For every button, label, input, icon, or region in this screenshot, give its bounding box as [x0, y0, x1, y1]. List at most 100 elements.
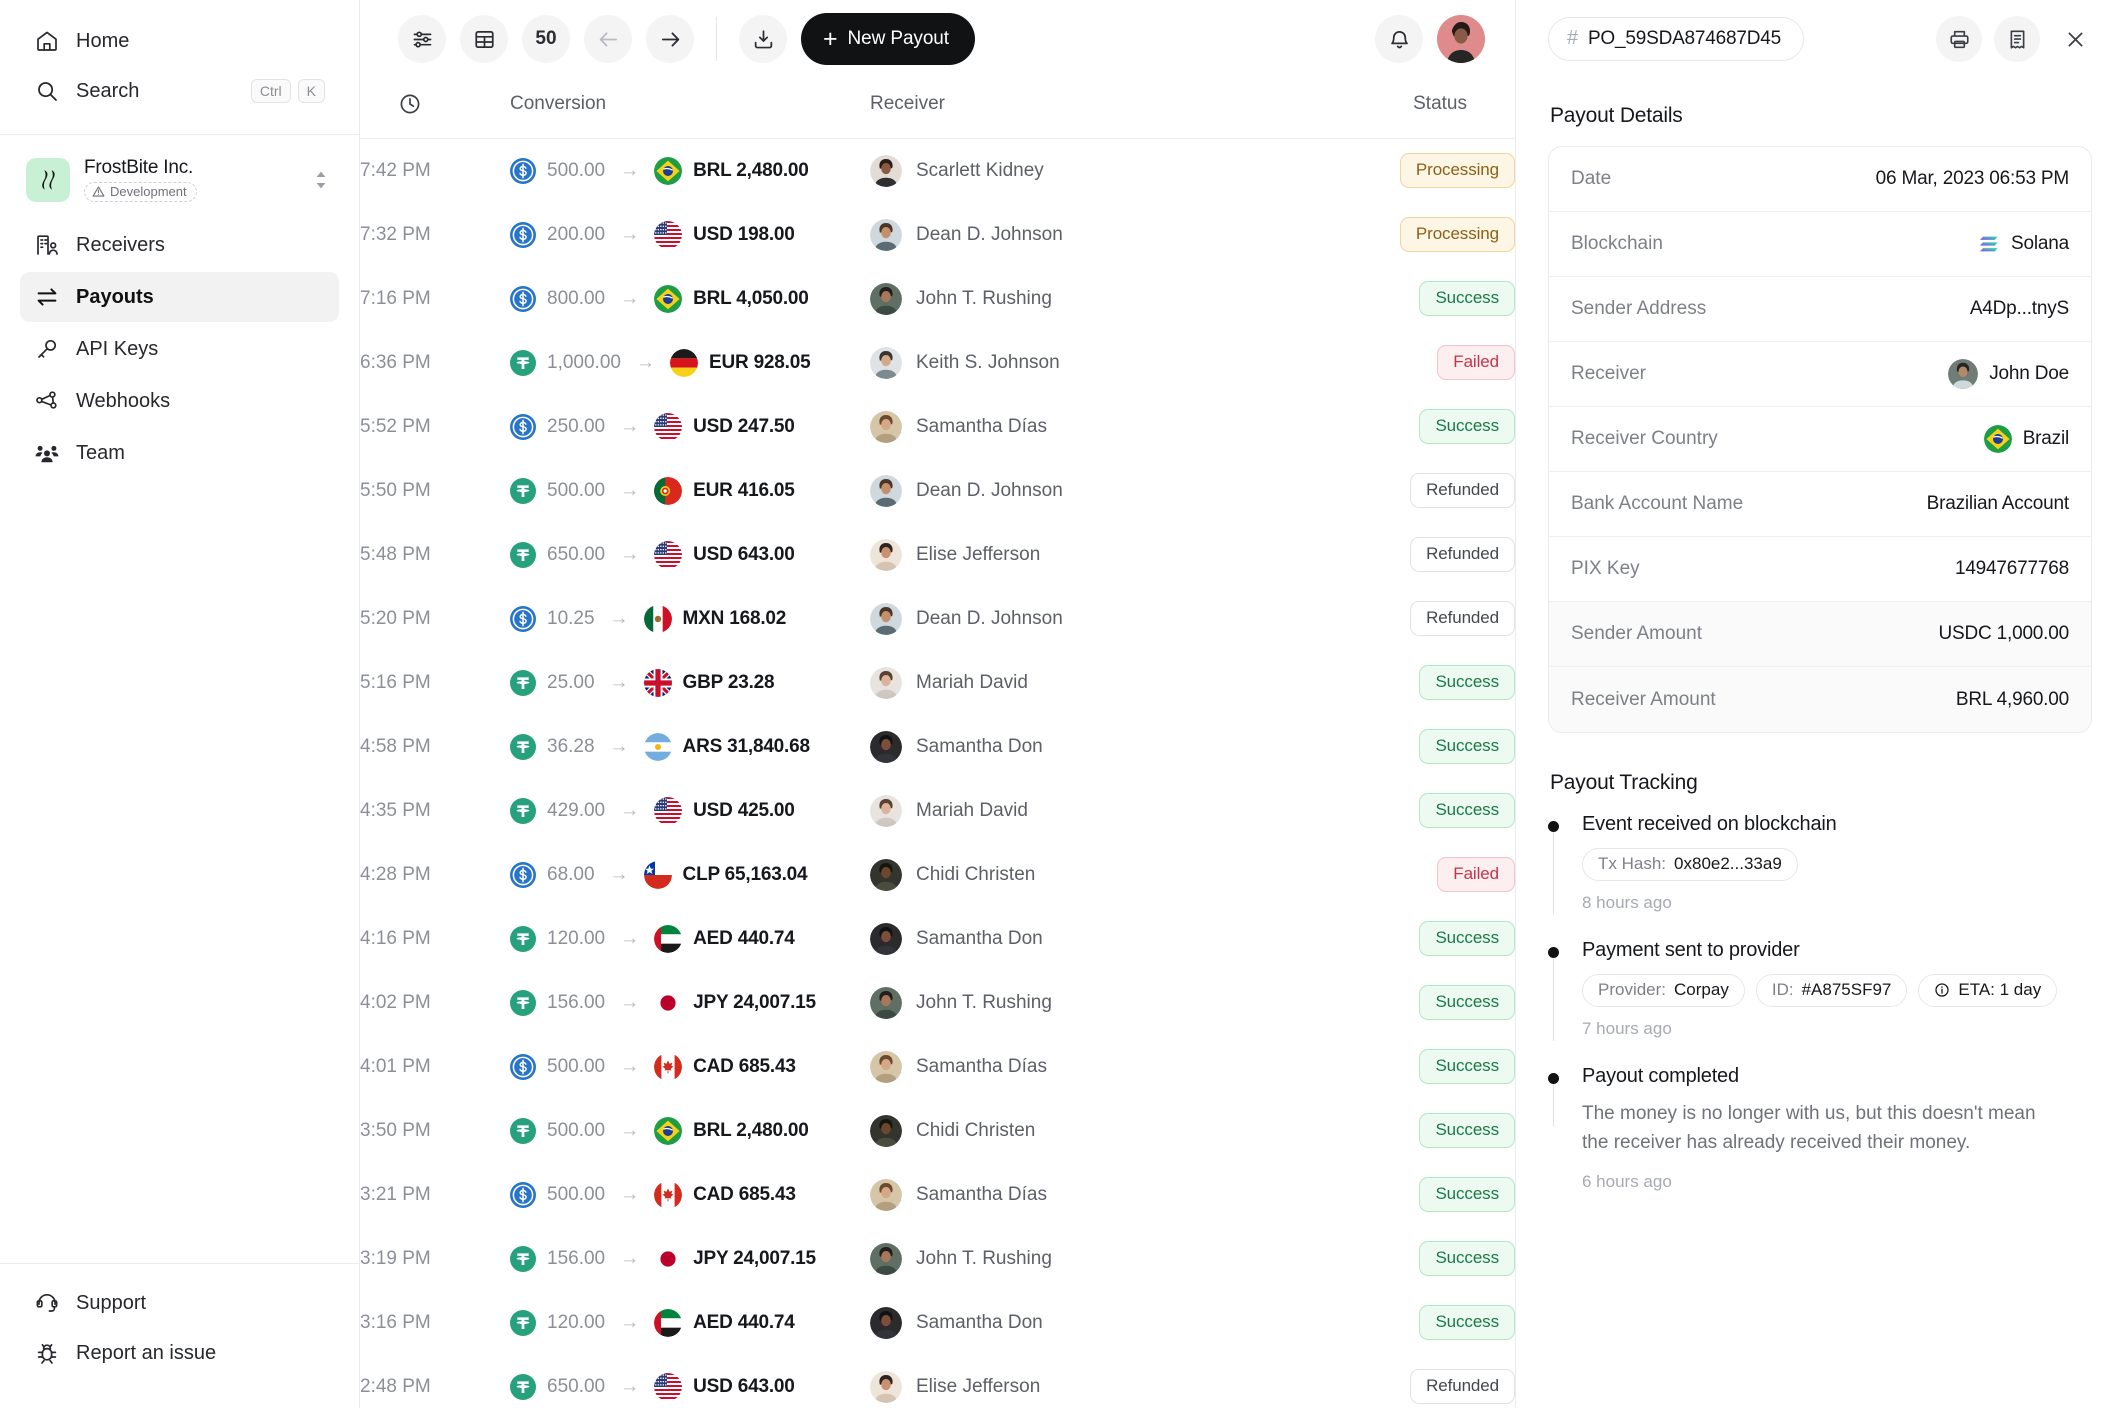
- avatar[interactable]: [1437, 15, 1485, 63]
- table-row[interactable]: 5:16 PM 25.00→ GBP 23.28 Mariah DavidSuc…: [360, 651, 1515, 715]
- flag-us-icon: [654, 221, 682, 249]
- sidebar-item-label: Home: [76, 30, 325, 53]
- cell-status: Success: [1315, 971, 1515, 1035]
- usdt-icon: [510, 990, 536, 1016]
- tracking-chip[interactable]: ETA: 1 day: [1918, 974, 2057, 1007]
- filter-button[interactable]: [398, 15, 446, 63]
- tracking-chip[interactable]: Tx Hash:0x80e2...33a9: [1582, 848, 1798, 881]
- new-payout-button[interactable]: + New Payout: [801, 13, 975, 65]
- payout-detail-panel: # PO_59SDA874687D45: [1516, 0, 2124, 1408]
- status-badge: Failed: [1437, 857, 1515, 892]
- status-badge: Success: [1419, 1113, 1515, 1148]
- column-header-receiver[interactable]: Receiver: [870, 78, 1315, 139]
- sidebar-item-home[interactable]: Home: [20, 16, 339, 66]
- flag-jp-icon: [654, 1245, 682, 1273]
- table-row[interactable]: 4:28 PM 68.00→ CLP 65,163.04 Chidi Chris…: [360, 843, 1515, 907]
- receiver-name: Scarlett Kidney: [916, 160, 1044, 182]
- sidebar-item-webhooks[interactable]: Webhooks: [20, 376, 339, 426]
- columns-button[interactable]: [460, 15, 508, 63]
- tracking-timeline: Event received on blockchainTx Hash:0x80…: [1548, 813, 2092, 1192]
- sidebar-item-support[interactable]: Support: [20, 1278, 339, 1328]
- table-row[interactable]: 3:50 PM 500.00→ BRL 2,480.00 Chidi Chris…: [360, 1099, 1515, 1163]
- receipt-button[interactable]: [1994, 16, 2040, 62]
- detail-value: USDC 1,000.00: [1939, 623, 2069, 645]
- sidebar-item-receivers[interactable]: Receivers: [20, 220, 339, 270]
- prev-page-button[interactable]: [584, 15, 632, 63]
- close-panel-button[interactable]: [2052, 16, 2098, 62]
- cell-conversion: 250.00→ USD 247.50: [510, 395, 870, 459]
- table-row[interactable]: 7:16 PM 800.00→ BRL 4,050.00 John T. Rus…: [360, 267, 1515, 331]
- receiver-avatar: [870, 539, 902, 571]
- table-row[interactable]: 5:48 PM 650.00→ USD 643.00 Elise Jeffers…: [360, 523, 1515, 587]
- detail-value: John Doe: [1948, 359, 2069, 389]
- timeline-line: [1553, 1084, 1554, 1126]
- table-row[interactable]: 3:21 PM 500.00→ CAD 685.43 Samantha Días…: [360, 1163, 1515, 1227]
- detail-label: Blockchain: [1571, 233, 1663, 255]
- source-amount: 429.00: [547, 800, 605, 822]
- cell-status: Processing: [1315, 203, 1515, 267]
- org-switcher[interactable]: FrostBite Inc. Development: [20, 151, 339, 208]
- main-content: 50: [360, 0, 1516, 1408]
- destination-amount: USD 425.00: [693, 800, 795, 822]
- cell-status: Success: [1315, 1227, 1515, 1291]
- table-row[interactable]: 4:16 PM 120.00→ AED 440.74 Samantha DonS…: [360, 907, 1515, 971]
- detail-value: BRL 4,960.00: [1956, 689, 2069, 711]
- arrow-right-icon: →: [620, 928, 639, 950]
- table-row[interactable]: 4:58 PM 36.28→ ARS 31,840.68 Samantha Do…: [360, 715, 1515, 779]
- column-header-conversion[interactable]: Conversion: [510, 78, 870, 139]
- payouts-table-wrapper[interactable]: Conversion Receiver Status 7:42 PM 500.0…: [360, 78, 1515, 1408]
- tracking-chip[interactable]: ID:#A875SF97: [1756, 974, 1908, 1007]
- sidebar-item-team[interactable]: Team: [20, 428, 339, 478]
- status-badge: Success: [1419, 793, 1515, 828]
- receiver-name: Dean D. Johnson: [916, 608, 1063, 630]
- cell-time: 3:50 PM: [360, 1099, 510, 1163]
- cell-receiver: Mariah David: [870, 651, 1315, 715]
- table-row[interactable]: 2:48 PM 650.00→ USD 643.00 Elise Jeffers…: [360, 1355, 1515, 1408]
- download-button[interactable]: [739, 15, 787, 63]
- next-page-button[interactable]: [646, 15, 694, 63]
- status-badge: Processing: [1400, 153, 1515, 188]
- sidebar-item-api-keys[interactable]: API Keys: [20, 324, 339, 374]
- detail-value-text: Solana: [2011, 233, 2069, 255]
- detail-label: Date: [1571, 168, 1611, 190]
- detail-row: Sender AmountUSDC 1,000.00: [1549, 602, 2091, 667]
- cell-receiver: Dean D. Johnson: [870, 587, 1315, 651]
- timeline-line: [1553, 958, 1554, 1041]
- sliders-icon: [411, 28, 434, 51]
- destination-amount: CAD 685.43: [693, 1184, 796, 1206]
- sidebar-nav: Receivers Payouts API Keys: [0, 216, 359, 478]
- source-amount: 68.00: [547, 864, 595, 886]
- info-icon: [1934, 982, 1950, 998]
- table-row[interactable]: 4:01 PM 500.00→ CAD 685.43 Samantha Días…: [360, 1035, 1515, 1099]
- table-row[interactable]: 6:36 PM 1,000.00→ EUR 928.05 Keith S. Jo…: [360, 331, 1515, 395]
- cell-conversion: 500.00→ CAD 685.43: [510, 1035, 870, 1099]
- notifications-button[interactable]: [1375, 15, 1423, 63]
- column-header-time[interactable]: [360, 78, 510, 139]
- sidebar-item-search[interactable]: Search Ctrl K: [20, 66, 339, 116]
- frostbite-logo: [26, 158, 70, 202]
- sidebar-item-payouts[interactable]: Payouts: [20, 272, 339, 322]
- status-badge: Success: [1419, 281, 1515, 316]
- source-amount: 25.00: [547, 672, 595, 694]
- table-row[interactable]: 5:50 PM 500.00→ EUR 416.05 Dean D. Johns…: [360, 459, 1515, 523]
- table-row[interactable]: 4:02 PM 156.00→ JPY 24,007.15 John T. Ru…: [360, 971, 1515, 1035]
- print-button[interactable]: [1936, 16, 1982, 62]
- cell-status: Success: [1315, 395, 1515, 459]
- tracking-event-time: 6 hours ago: [1582, 1172, 2092, 1192]
- table-row[interactable]: 4:35 PM 429.00→ USD 425.00 Mariah DavidS…: [360, 779, 1515, 843]
- column-header-status[interactable]: Status: [1315, 78, 1515, 139]
- cell-status: Failed: [1315, 331, 1515, 395]
- table-row[interactable]: 5:20 PM 10.25→ MXN 168.02 Dean D. Johnso…: [360, 587, 1515, 651]
- table-row[interactable]: 7:42 PM 500.00→ BRL 2,480.00 Scarlett Ki…: [360, 139, 1515, 203]
- table-row[interactable]: 7:32 PM 200.00→ USD 198.00 Dean D. Johns…: [360, 203, 1515, 267]
- flag-ca-icon: [654, 1053, 682, 1081]
- source-amount: 500.00: [547, 480, 605, 502]
- table-row[interactable]: 3:16 PM 120.00→ AED 440.74 Samantha DonS…: [360, 1291, 1515, 1355]
- tracking-chip[interactable]: Provider:Corpay: [1582, 974, 1745, 1007]
- table-row[interactable]: 5:52 PM 250.00→ USD 247.50 Samantha Días…: [360, 395, 1515, 459]
- page-size-button[interactable]: 50: [522, 15, 570, 63]
- payout-id-chip[interactable]: # PO_59SDA874687D45: [1548, 17, 1804, 61]
- table-row[interactable]: 3:19 PM 156.00→ JPY 24,007.15 John T. Ru…: [360, 1227, 1515, 1291]
- chevron-updown-icon[interactable]: [313, 169, 329, 191]
- sidebar-item-report-issue[interactable]: Report an issue: [20, 1328, 339, 1378]
